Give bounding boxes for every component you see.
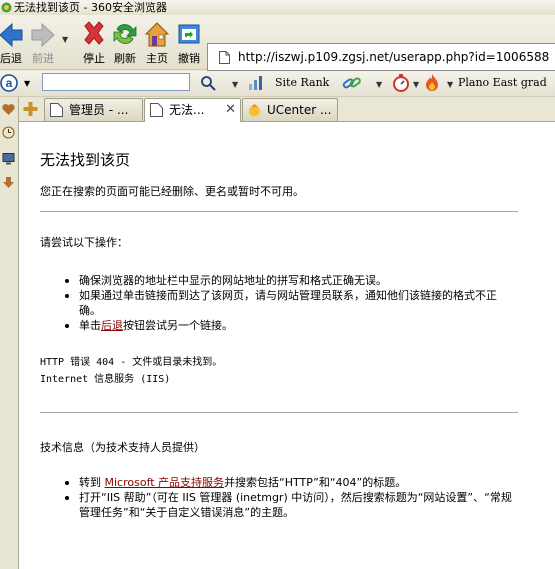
history-clock-icon[interactable] xyxy=(2,126,15,139)
click-suffix: 按钮尝试另一个链接。 xyxy=(123,319,233,332)
try-list: 确保浏览器的地址栏中显示的网站地址的拼写和格式正确无误。 如果通过单击链接而到达… xyxy=(40,273,518,333)
error-code-text: HTTP 错误 404 - 文件或目录未找到。 xyxy=(40,357,223,368)
stop-label: 停止 xyxy=(83,52,105,65)
tab-bar: 管理员 - ... 无法... ✕ UCenter ... xyxy=(19,97,555,122)
new-tab-plus-icon[interactable] xyxy=(21,100,40,118)
stop-x-icon xyxy=(84,21,104,45)
search-input[interactable] xyxy=(42,73,190,91)
svg-text:a: a xyxy=(6,76,13,90)
refresh-button[interactable]: 刷新 xyxy=(108,18,142,66)
undo-close-tab-icon xyxy=(178,24,200,44)
stop-button[interactable]: 停止 xyxy=(77,18,111,66)
list-item: 确保浏览器的地址栏中显示的网站地址的拼写和格式正确无误。 xyxy=(40,273,518,288)
list-item: 打开“IIS 帮助”（可在 IIS 管理器 (inetmgr) 中访问），然后搜… xyxy=(40,490,518,520)
tab-ucenter[interactable]: UCenter ... xyxy=(242,98,338,121)
download-arrow-icon[interactable] xyxy=(2,176,15,189)
back-arrow-icon xyxy=(0,22,23,48)
goto-prefix: 转到 xyxy=(79,476,105,489)
tab-close-icon[interactable]: ✕ xyxy=(225,99,236,121)
window-title: 无法找到该页 - 360安全浏览器 xyxy=(14,1,167,14)
list-item: 如果通过单击链接而到达了该网页，请与网站管理员联系，通知他们该链接的格式不正确。 xyxy=(40,288,518,318)
back-button[interactable]: 后退 xyxy=(0,18,28,66)
link-dropdown-icon[interactable]: ▼ xyxy=(376,80,382,89)
try-heading: 请尝试以下操作： xyxy=(40,236,128,249)
tech-list: 转到 Microsoft 产品支持服务并搜索包括“HTTP”和“404”的标题。… xyxy=(40,475,518,520)
home-button[interactable]: 主页 xyxy=(140,18,174,66)
tab-not-found[interactable]: 无法... ✕ xyxy=(144,98,241,122)
forward-arrow-icon xyxy=(31,22,55,48)
page-icon xyxy=(219,51,230,64)
tab-admin[interactable]: 管理员 - ... xyxy=(44,98,143,121)
iis-text: Internet 信息服务 (IIS) xyxy=(40,374,171,385)
ucenter-favicon-icon xyxy=(249,104,260,117)
page-content: 无法找到该页 您正在搜索的页面可能已经删除、更名或暂时不可用。 请尝试以下操作：… xyxy=(19,122,555,569)
title-bar: 无法找到该页 - 360安全浏览器 xyxy=(0,0,555,15)
favorites-heart-icon[interactable] xyxy=(2,103,15,116)
page-icon xyxy=(50,103,63,117)
stopwatch-dropdown-icon[interactable]: ▼ xyxy=(413,80,419,89)
browser-logo-icon xyxy=(1,2,12,13)
forward-label: 前进 xyxy=(32,52,54,65)
divider xyxy=(40,412,518,413)
tech-heading: 技术信息（为技术支持人员提供） xyxy=(40,441,205,454)
screen-icon[interactable] xyxy=(2,152,15,165)
fire-icon[interactable] xyxy=(424,73,440,92)
undo-close-label: 撤销 xyxy=(178,52,200,65)
site-rank-icon xyxy=(249,76,262,90)
undo-close-button[interactable]: 撤销 xyxy=(172,18,206,66)
side-panel xyxy=(0,97,19,569)
refresh-icon xyxy=(113,24,137,44)
back-link[interactable]: 后退 xyxy=(101,319,123,332)
stopwatch-icon[interactable] xyxy=(391,74,411,92)
divider xyxy=(40,211,518,212)
engine-dropdown-icon[interactable]: ▼ xyxy=(24,79,30,88)
link-chain-icon[interactable] xyxy=(342,75,362,91)
search-icon[interactable] xyxy=(200,75,216,91)
refresh-label: 刷新 xyxy=(114,52,136,65)
home-label: 主页 xyxy=(146,52,168,65)
tab-label: 管理员 - ... xyxy=(69,103,129,117)
list-item: 单击后退按钮尝试另一个链接。 xyxy=(40,318,518,333)
plano-east-link[interactable]: Plano East grad xyxy=(458,76,547,89)
fire-dropdown-icon[interactable]: ▼ xyxy=(447,80,453,89)
links-toolbar: a ▼ ▼ Site Rank ▼ ▼ ▼ Plano East grad xyxy=(0,71,555,97)
navigation-toolbar: 后退 前进 ▼ 停止 刷新 主页 撤销 http://iszwj.p109.zg… xyxy=(0,15,555,71)
search-engine-icon[interactable]: a xyxy=(0,74,18,92)
click-prefix: 单击 xyxy=(79,319,101,332)
forward-button[interactable]: 前进 xyxy=(26,18,60,66)
forward-dropdown-icon[interactable]: ▼ xyxy=(62,35,68,44)
back-label: 后退 xyxy=(0,52,22,65)
microsoft-support-link[interactable]: Microsoft 产品支持服务 xyxy=(105,476,225,489)
home-icon xyxy=(144,22,170,47)
address-bar[interactable]: http://iszwj.p109.zgsj.net/userapp.php?i… xyxy=(207,43,555,71)
site-rank-link[interactable]: Site Rank xyxy=(275,76,329,89)
tab-label: 无法... xyxy=(169,103,205,117)
list-item: 转到 Microsoft 产品支持服务并搜索包括“HTTP”和“404”的标题。 xyxy=(40,475,518,490)
page-title: 无法找到该页 xyxy=(40,151,131,169)
search-dropdown-icon[interactable]: ▼ xyxy=(232,80,238,89)
page-icon xyxy=(150,103,163,117)
goto-suffix: 并搜索包括“HTTP”和“404”的标题。 xyxy=(224,476,407,489)
intro-text: 您正在搜索的页面可能已经删除、更名或暂时不可用。 xyxy=(40,185,304,198)
address-url[interactable]: http://iszwj.p109.zgsj.net/userapp.php?i… xyxy=(238,44,549,70)
tab-label: UCenter ... xyxy=(267,103,332,117)
